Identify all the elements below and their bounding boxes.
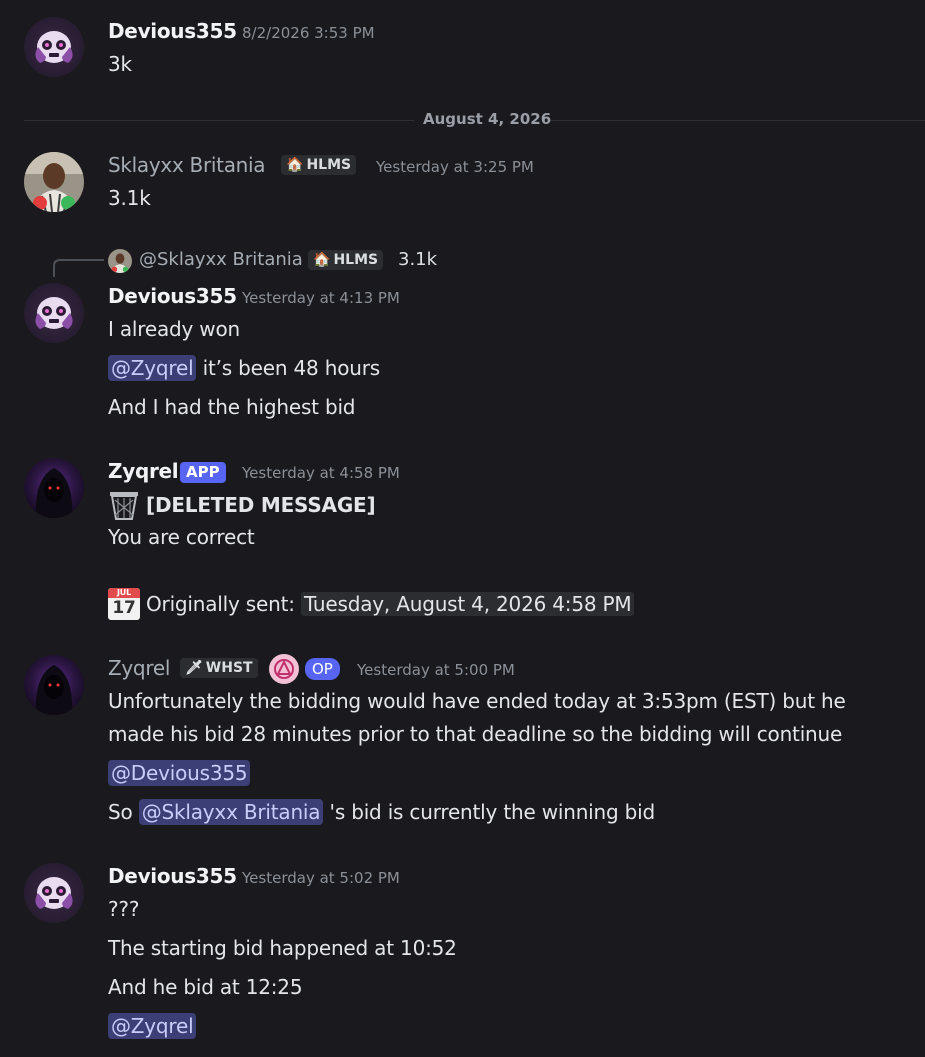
original-time-line: JUL 17 Originally sent: Tuesday, August … xyxy=(108,588,635,620)
message-text: 3.1k xyxy=(108,186,151,210)
message-timestamp[interactable]: Yesterday at 5:02 PM xyxy=(242,869,400,887)
trash-bin-icon xyxy=(110,492,138,520)
person-avatar-icon xyxy=(108,249,132,273)
user-avatar[interactable] xyxy=(24,863,84,923)
message-timestamp[interactable]: Yesterday at 4:58 PM xyxy=(242,464,400,482)
message-text: ??? xyxy=(108,897,140,921)
hooded-avatar-icon xyxy=(24,655,84,715)
message-text: You are correct xyxy=(108,525,255,549)
message-timestamp[interactable]: 8/2/2026 3:53 PM xyxy=(242,24,375,42)
server-tag[interactable]: 🏠 HLMS xyxy=(308,250,384,270)
user-avatar[interactable] xyxy=(24,458,84,518)
reply-mention[interactable]: @Sklayxx Britania xyxy=(139,249,303,270)
server-tag[interactable]: 🗡 WHST xyxy=(180,658,258,678)
ghost-avatar-icon xyxy=(24,17,84,77)
message-text: The starting bid happened at 10:52 xyxy=(108,936,457,960)
reply-spine xyxy=(53,259,104,277)
hooded-avatar-icon xyxy=(24,458,84,518)
author-name[interactable]: Devious355 xyxy=(108,284,237,308)
divider-line-left xyxy=(24,120,414,121)
message-text: @Zyqrel xyxy=(108,1013,197,1039)
message-timestamp[interactable]: Yesterday at 4:13 PM xyxy=(242,289,400,307)
op-role-icon xyxy=(269,654,299,684)
house-icon: 🏠 xyxy=(313,252,331,268)
timestamp-mention[interactable]: Tuesday, August 4, 2026 4:58 PM xyxy=(300,592,635,616)
sword-icon: 🗡 xyxy=(185,660,203,676)
author-name[interactable]: Zyqrel xyxy=(108,656,170,680)
user-mention[interactable]: @Zyqrel xyxy=(108,355,197,381)
message-text: 3k xyxy=(108,52,132,76)
app-badge: APP xyxy=(180,462,226,483)
op-badge: OP xyxy=(305,658,340,680)
user-mention[interactable]: @Sklayxx Britania xyxy=(138,799,324,825)
user-avatar[interactable] xyxy=(24,17,84,77)
user-mention[interactable]: @Zyqrel xyxy=(108,1013,197,1039)
user-mention[interactable]: @Devious355 xyxy=(108,760,251,786)
message-timestamp[interactable]: Yesterday at 3:25 PM xyxy=(376,158,534,176)
user-avatar[interactable] xyxy=(24,283,84,343)
author-name[interactable]: Sklayxx Britania xyxy=(108,153,266,177)
reply-avatar[interactable] xyxy=(108,249,132,273)
deleted-message-line: [DELETED MESSAGE] xyxy=(108,490,376,520)
house-icon: 🏠 xyxy=(286,157,304,173)
author-name[interactable]: Zyqrel xyxy=(108,459,179,483)
ghost-avatar-icon xyxy=(24,283,84,343)
user-avatar[interactable] xyxy=(24,152,84,212)
user-avatar[interactable] xyxy=(24,655,84,715)
message-text: And I had the highest bid xyxy=(108,395,356,419)
date-divider: August 4, 2026 xyxy=(423,110,552,128)
person-avatar-icon xyxy=(24,152,84,212)
message-text: I already won xyxy=(108,317,240,341)
calendar-icon: JUL 17 xyxy=(108,588,140,620)
message-text: So @Sklayxx Britania 's bid is currently… xyxy=(108,799,656,825)
message-timestamp[interactable]: Yesterday at 5:00 PM xyxy=(357,661,515,679)
message-text: @Devious355 xyxy=(108,760,251,786)
author-name[interactable]: Devious355 xyxy=(108,19,237,43)
divider-line-right xyxy=(548,120,925,121)
server-tag[interactable]: 🏠 HLMS xyxy=(281,155,357,175)
message-text: Unfortunately the bidding would have end… xyxy=(108,689,846,713)
message-text: And he bid at 12:25 xyxy=(108,975,303,999)
author-name[interactable]: Devious355 xyxy=(108,864,237,888)
message-text: made his bid 28 minutes prior to that de… xyxy=(108,722,843,746)
reply-text[interactable]: 3.1k xyxy=(398,249,437,270)
ghost-avatar-icon xyxy=(24,863,84,923)
message-text: @Zyqrel it’s been 48 hours xyxy=(108,355,380,381)
